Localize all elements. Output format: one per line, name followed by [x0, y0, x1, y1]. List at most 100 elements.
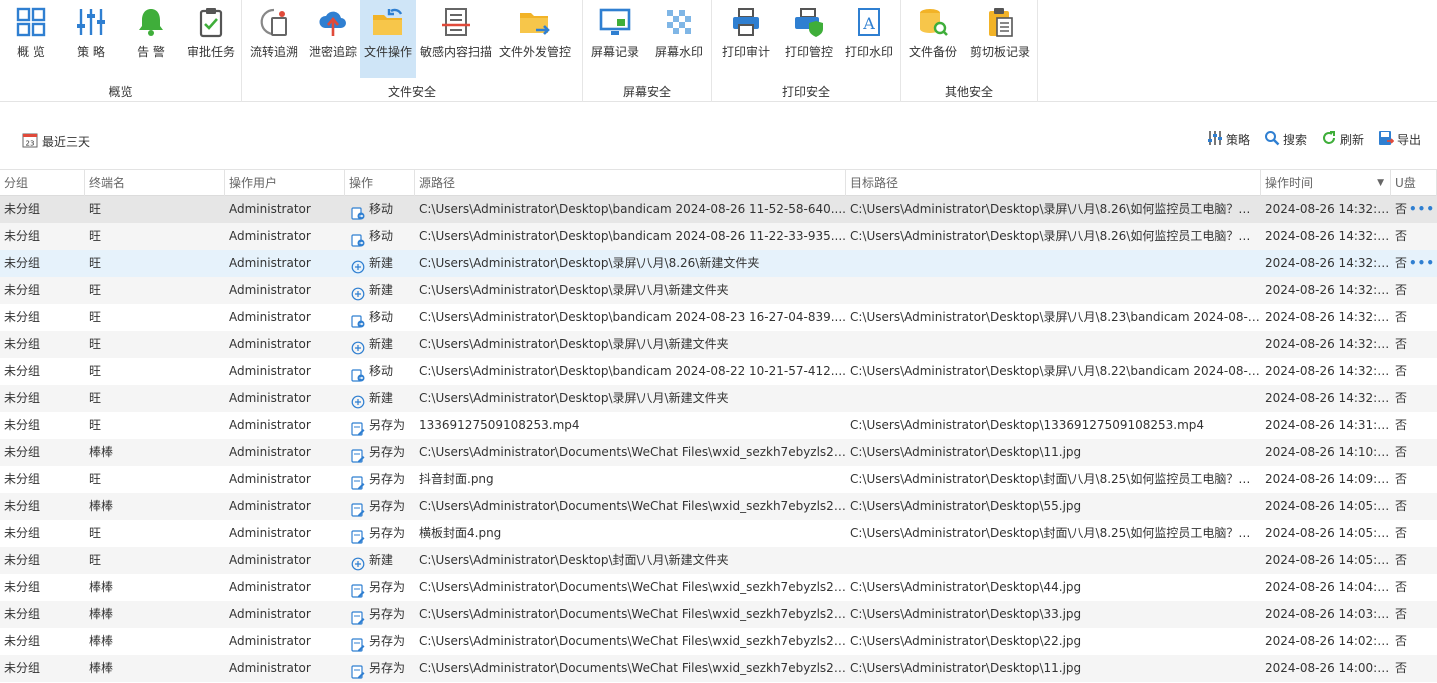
column-header-group[interactable]: 分组: [0, 170, 85, 196]
table-row[interactable]: 未分组 旺 Administrator 新建 C:\Users\Administrato…: [0, 250, 1437, 277]
cell-target-path: C:\Users\Administrator\Desktop\11.jpg: [850, 445, 1082, 459]
ribbon-button-leak-trace[interactable]: 泄密追踪: [306, 0, 360, 78]
refresh-icon: [1321, 130, 1337, 149]
operation-label: 另存为: [369, 580, 406, 594]
usb-value: 否: [1395, 364, 1408, 378]
ribbon-button-print-watermark[interactable]: A 打印水印: [838, 0, 900, 78]
cell-group: 未分组: [4, 283, 41, 297]
cell-group: 未分组: [4, 445, 41, 459]
operation-label: 另存为: [369, 499, 406, 513]
ribbon-button-screen-watermark[interactable]: 屏幕水印: [647, 0, 711, 78]
cell-source-path: C:\Users\Administrator\Documents\WeChat …: [419, 499, 846, 513]
ribbon-button-policy[interactable]: 策 略: [62, 0, 120, 78]
table-row[interactable]: 未分组 旺 Administrator 新建 C:\Users\Administrato…: [0, 547, 1437, 574]
cell-source-path: 抖音封面.png: [419, 472, 494, 486]
cell-usb: 否: [1391, 385, 1437, 412]
ribbon-button-approval[interactable]: 审批任务: [182, 0, 240, 78]
ribbon-button-file-backup[interactable]: 文件备份: [901, 0, 965, 78]
operation-label: 移动: [369, 310, 394, 324]
move-icon: [351, 365, 365, 382]
cell-operation: 新建: [345, 385, 415, 412]
cell-target-path: [846, 277, 1261, 304]
table-row[interactable]: 未分组 旺 Administrator 移动 C:\Users\Administrato…: [0, 223, 1437, 250]
cell-target-path: [846, 385, 1261, 412]
table-row[interactable]: 未分组 旺 Administrator 移动 C:\Users\Administrato…: [0, 196, 1437, 223]
table-row[interactable]: 未分组 棒棒 Administrator 另存为 C:\Users\Administra…: [0, 628, 1437, 655]
cell-user: Administrator: [229, 337, 311, 351]
save-as-icon: [351, 635, 365, 652]
table-row[interactable]: 未分组 棒棒 Administrator 另存为 C:\Users\Administra…: [0, 493, 1437, 520]
ribbon-button-alert[interactable]: 告 警: [120, 0, 182, 78]
table-row[interactable]: 未分组 旺 Administrator 移动 C:\Users\Administrato…: [0, 304, 1437, 331]
table-row[interactable]: 未分组 旺 Administrator 新建 C:\Users\Administrato…: [0, 277, 1437, 304]
cell-usb: 否: [1391, 466, 1437, 493]
cell-target-path: [846, 250, 1261, 277]
cell-usb: 否: [1391, 304, 1437, 331]
search-button[interactable]: 搜索: [1264, 130, 1307, 149]
cell-usb: 否: [1391, 277, 1437, 304]
more-options-icon[interactable]: •••: [1409, 196, 1435, 223]
cell-source-path: 13369127509108253.mp4: [419, 418, 580, 432]
operation-label: 另存为: [369, 634, 406, 648]
cell-group: 未分组: [4, 256, 41, 270]
ribbon-button-overview[interactable]: 概 览: [0, 0, 62, 78]
sort-desc-icon: ▼: [1377, 178, 1384, 188]
ribbon-button-sensitive-scan[interactable]: 敏感内容扫描: [416, 0, 496, 78]
table-row[interactable]: 未分组 棒棒 Administrator 另存为 C:\Users\Administra…: [0, 439, 1437, 466]
cell-group: 未分组: [4, 553, 41, 567]
cell-operation: 另存为: [345, 628, 415, 655]
column-header-operation-time[interactable]: 操作时间 ▼: [1261, 170, 1391, 196]
ribbon-button-file-operation[interactable]: 文件操作: [360, 0, 416, 78]
operation-label: 另存为: [369, 661, 406, 675]
operation-label: 新建: [369, 256, 394, 270]
table-row[interactable]: 未分组 棒棒 Administrator 另存为 C:\Users\Administra…: [0, 601, 1437, 628]
refresh-button[interactable]: 刷新: [1321, 130, 1364, 149]
cell-user: Administrator: [229, 364, 311, 378]
cell-user: Administrator: [229, 661, 311, 675]
table-row[interactable]: 未分组 棒棒 Administrator 另存为 C:\Users\Administra…: [0, 574, 1437, 601]
table-header: 分组 终端名 操作用户 操作 源路径 目标路径 操作时间 ▼ U盘: [0, 169, 1437, 196]
filter-toolbar: 23 最近三天 策略 搜索 刷新 导出: [0, 120, 1437, 160]
policy-button[interactable]: 策略: [1207, 130, 1250, 149]
usb-value: 否: [1395, 472, 1408, 486]
column-header-source-path[interactable]: 源路径: [415, 170, 846, 196]
column-header-terminal[interactable]: 终端名: [85, 170, 225, 196]
cell-terminal: 旺: [89, 310, 102, 324]
table-row[interactable]: 未分组 旺 Administrator 另存为 13369127509108253.mp…: [0, 412, 1437, 439]
ribbon-button-screen-record[interactable]: 屏幕记录: [583, 0, 647, 78]
ribbon-button-clipboard-record[interactable]: 剪切板记录: [965, 0, 1035, 78]
date-range-button[interactable]: 23 最近三天: [22, 132, 90, 151]
ribbon-group-label: 打印安全: [781, 85, 830, 99]
ribbon-button-flow-trace[interactable]: 流转追溯: [242, 0, 306, 78]
usb-value: 否: [1395, 445, 1408, 459]
column-header-usb[interactable]: U盘: [1391, 170, 1437, 196]
ribbon-group-other-security: 文件备份 剪切板记录 其他安全: [901, 0, 1038, 102]
cell-user: Administrator: [229, 580, 311, 594]
table-row[interactable]: 未分组 旺 Administrator 新建 C:\Users\Administrato…: [0, 385, 1437, 412]
ribbon-button-outgoing-control[interactable]: 文件外发管控: [496, 0, 574, 78]
column-header-target-path[interactable]: 目标路径: [846, 170, 1261, 196]
table-row[interactable]: 未分组 旺 Administrator 另存为 抖音封面.png C:\Users\Adm…: [0, 466, 1437, 493]
column-header-operation[interactable]: 操作: [345, 170, 415, 196]
column-header-user[interactable]: 操作用户: [225, 170, 345, 196]
export-button[interactable]: 导出: [1378, 130, 1421, 149]
cell-target-path: C:\Users\Administrator\Desktop\22.jpg: [850, 634, 1082, 648]
table-row[interactable]: 未分组 旺 Administrator 新建 C:\Users\Administrato…: [0, 331, 1437, 358]
cell-source-path: C:\Users\Administrator\Desktop\bandicam …: [419, 229, 846, 243]
cell-group: 未分组: [4, 229, 41, 243]
save-as-icon: [351, 527, 365, 544]
cell-usb: 否: [1391, 628, 1437, 655]
usb-value: 否: [1395, 526, 1408, 540]
table-row[interactable]: 未分组 旺 Administrator 移动 C:\Users\Administrato…: [0, 358, 1437, 385]
ribbon-group-label: 概览: [108, 85, 133, 99]
ribbon-button-print-audit[interactable]: 打印审计: [712, 0, 780, 78]
table-row[interactable]: 未分组 棒棒 Administrator 另存为 C:\Users\Administra…: [0, 655, 1437, 682]
ribbon-button-label: 屏幕水印: [654, 45, 703, 59]
cell-usb: 否: [1391, 331, 1437, 358]
more-options-icon[interactable]: •••: [1409, 250, 1435, 277]
table-row[interactable]: 未分组 旺 Administrator 另存为 横板封面4.png C:\Users\Ad…: [0, 520, 1437, 547]
ribbon-button-print-control[interactable]: 打印管控: [780, 0, 838, 78]
cell-operation: 另存为: [345, 601, 415, 628]
operation-label: 新建: [369, 283, 394, 297]
cell-operation: 另存为: [345, 574, 415, 601]
